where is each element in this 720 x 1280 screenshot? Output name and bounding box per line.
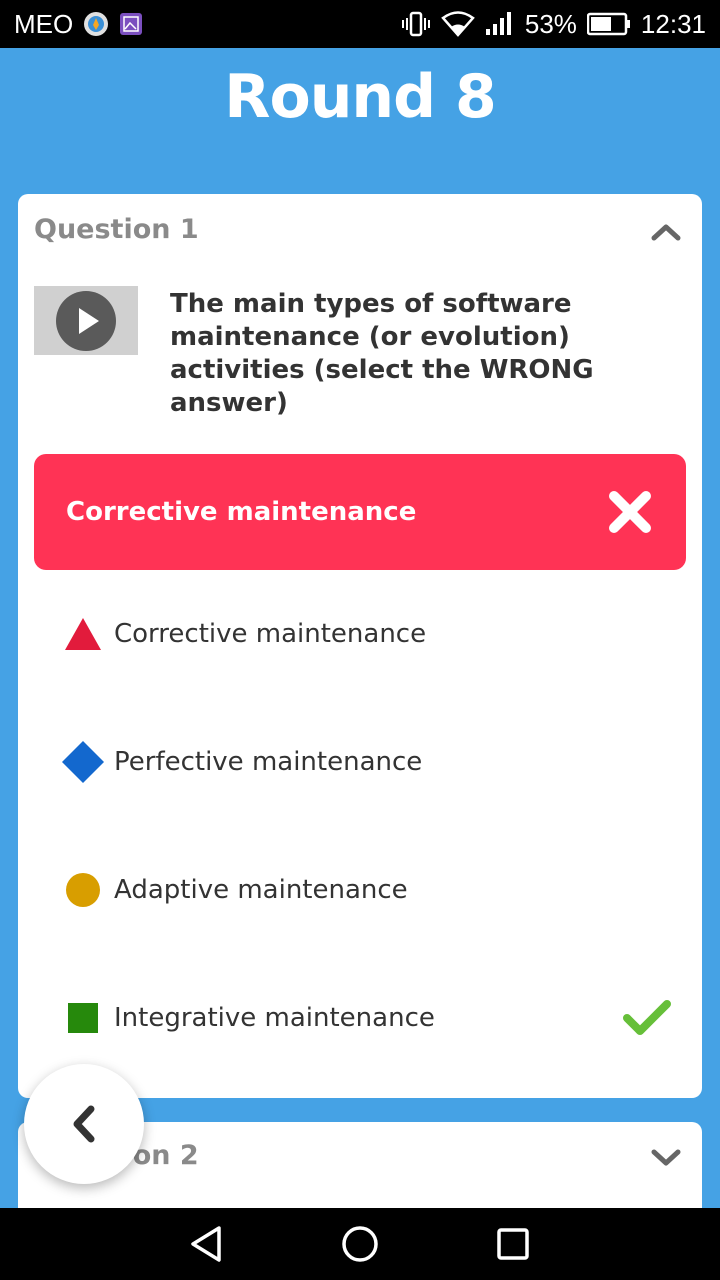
round-title: Round 8 [224, 62, 496, 132]
option-adaptive: Adaptive maintenance [34, 850, 686, 930]
signal-icon [485, 11, 515, 37]
selected-answer-banner: Corrective maintenance [34, 454, 686, 570]
gallery-notification-icon [119, 12, 143, 36]
nav-recents-button[interactable] [488, 1219, 538, 1269]
option-integrative: Integrative maintenance [34, 978, 686, 1058]
chevron-left-icon [73, 1105, 95, 1143]
clock: 12:31 [640, 8, 706, 39]
chevron-up-icon [651, 224, 681, 241]
nav-back-button[interactable] [182, 1219, 232, 1269]
diamond-icon [56, 735, 110, 789]
play-icon [56, 290, 116, 351]
chevron-down-icon [651, 1149, 681, 1166]
battery-percent: 53% [524, 8, 577, 39]
app-notification-icon [83, 11, 109, 37]
video-thumbnail[interactable] [34, 286, 138, 355]
question-text: The main types of software maintenance (… [170, 289, 594, 418]
navigation-bar [0, 1208, 720, 1280]
question-card: Question 1 The main types of software ma… [18, 194, 702, 1098]
wifi-icon [441, 11, 475, 37]
recents-square-icon [497, 1228, 530, 1260]
option-label: Corrective maintenance [114, 619, 427, 649]
collapse-button[interactable] [648, 218, 684, 246]
option-label: Integrative maintenance [114, 1003, 435, 1033]
option-corrective: Corrective maintenance [34, 594, 686, 674]
expand-button[interactable] [648, 1144, 684, 1172]
back-button[interactable] [24, 1064, 144, 1184]
option-label: Perfective maintenance [114, 747, 423, 777]
wrong-x-icon [609, 491, 651, 533]
back-triangle-icon [190, 1226, 221, 1262]
nav-home-button[interactable] [335, 1219, 385, 1269]
vibrate-icon [401, 11, 431, 37]
correct-check-icon [623, 1000, 671, 1035]
selected-answer-label: Corrective maintenance [66, 497, 417, 527]
circle-icon [56, 863, 110, 917]
battery-icon [586, 12, 631, 36]
triangle-icon [56, 607, 110, 661]
question-header: Question 1 [34, 214, 199, 245]
option-perfective: Perfective maintenance [34, 722, 686, 802]
carrier-label: MEO [14, 8, 74, 39]
option-label: Adaptive maintenance [114, 875, 408, 905]
home-circle-icon [342, 1226, 378, 1262]
square-icon [56, 991, 110, 1045]
status-bar: MEO 53% 12:31 [0, 0, 720, 48]
